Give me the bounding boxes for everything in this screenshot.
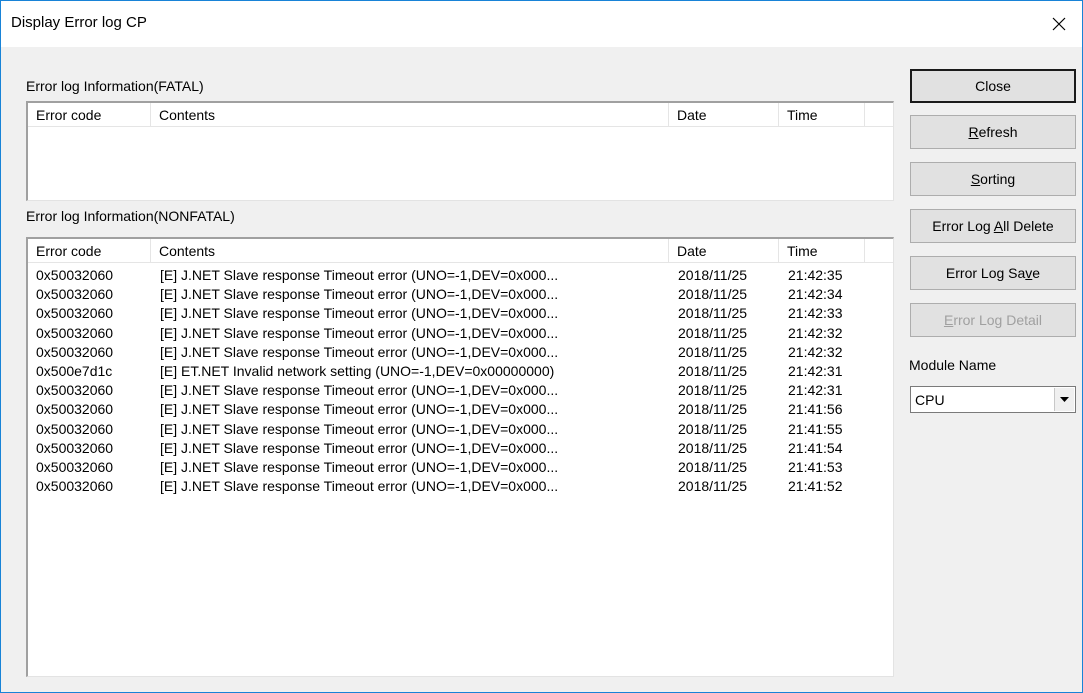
- close-button-label: Close: [975, 78, 1011, 94]
- contents-cell: [E] ET.NET Invalid network setting (UNO=…: [160, 362, 555, 379]
- contents-cell: [E] J.NET Slave response Timeout error (…: [160, 343, 559, 360]
- window-title: Display Error log CP: [11, 14, 147, 31]
- date-cell: 2018/11/25: [678, 362, 748, 379]
- nonfatal-row[interactable]: 0x50032060 [E] J.NET Slave response Timeo…: [28, 285, 893, 304]
- fatal-group-label: Error log Information(FATAL): [26, 78, 204, 94]
- contents-cell: [E] J.NET Slave response Timeout error (…: [160, 458, 559, 475]
- fatal-col-time[interactable]: Time: [779, 103, 865, 127]
- nonfatal-row[interactable]: 0x50032060 [E] J.NET Slave response Timeo…: [28, 439, 893, 458]
- error-code-cell: 0x500e7d1c: [36, 362, 113, 379]
- window-close-button[interactable]: [1036, 1, 1082, 47]
- time-cell: 21:42:31: [788, 362, 843, 379]
- contents-cell: [E] J.NET Slave response Timeout error (…: [160, 382, 559, 399]
- time-cell: 21:42:35: [788, 267, 843, 283]
- nonfatal-row[interactable]: 0x50032060 [E] J.NET Slave response Timeo…: [28, 400, 893, 419]
- contents-cell: [E] J.NET Slave response Timeout error (…: [160, 267, 559, 283]
- dialog-window: Display Error log CP Error log Informati…: [0, 0, 1083, 693]
- date-cell: 2018/11/25: [678, 420, 748, 437]
- fatal-list-header: Error code Contents Date Time: [28, 103, 893, 127]
- module-name-value: CPU: [915, 392, 945, 408]
- error-log-save-button-label: Error Log Save: [945, 265, 1041, 281]
- time-cell: 21:42:32: [788, 324, 843, 341]
- nonfatal-col-filler: [865, 239, 893, 263]
- sorting-button[interactable]: Sorting: [910, 162, 1076, 196]
- fatal-col-error-code[interactable]: Error code: [28, 103, 151, 127]
- contents-cell: [E] J.NET Slave response Timeout error (…: [160, 286, 559, 303]
- error-code-cell: 0x50032060: [36, 458, 114, 475]
- error-log-save-button[interactable]: Error Log Save: [910, 256, 1076, 290]
- module-name-select[interactable]: CPU: [910, 386, 1076, 413]
- chevron-down-icon: [1060, 396, 1069, 402]
- fatal-col-date[interactable]: Date: [669, 103, 779, 127]
- error-code-cell: 0x50032060: [36, 343, 114, 360]
- error-code-cell: 0x50032060: [36, 420, 114, 437]
- close-icon: [1052, 17, 1066, 31]
- contents-cell: [E] J.NET Slave response Timeout error (…: [160, 478, 559, 495]
- date-cell: 2018/11/25: [678, 458, 748, 475]
- module-name-label: Module Name: [909, 357, 997, 373]
- error-code-cell: 0x50032060: [36, 478, 114, 495]
- nonfatal-col-time[interactable]: Time: [779, 239, 865, 263]
- contents-cell: [E] J.NET Slave response Timeout error (…: [160, 439, 559, 456]
- date-cell: 2018/11/25: [678, 286, 748, 303]
- date-cell: 2018/11/25: [678, 305, 748, 322]
- error-code-cell: 0x50032060: [36, 305, 114, 322]
- contents-cell: [E] J.NET Slave response Timeout error (…: [160, 305, 559, 322]
- time-cell: 21:42:33: [788, 305, 843, 322]
- time-cell: 21:41:55: [788, 420, 843, 437]
- error-code-cell: 0x50032060: [36, 267, 114, 283]
- nonfatal-rows: 0x50032060 [E] J.NET Slave response Timeo…: [28, 266, 893, 496]
- nonfatal-row[interactable]: 0x50032060 [E] J.NET Slave response Timeo…: [28, 381, 893, 400]
- nonfatal-col-date[interactable]: Date: [669, 239, 779, 263]
- date-cell: 2018/11/25: [678, 343, 748, 360]
- date-cell: 2018/11/25: [678, 382, 748, 399]
- date-cell: 2018/11/25: [678, 478, 748, 495]
- error-code-cell: 0x50032060: [36, 324, 114, 341]
- time-cell: 21:41:56: [788, 401, 843, 418]
- title-bar: Display Error log CP: [1, 1, 1082, 47]
- time-cell: 21:42:34: [788, 286, 843, 303]
- nonfatal-row[interactable]: 0x50032060 [E] J.NET Slave response Timeo…: [28, 266, 893, 285]
- error-code-cell: 0x50032060: [36, 401, 114, 418]
- nonfatal-row[interactable]: 0x50032060 [E] J.NET Slave response Timeo…: [28, 324, 893, 343]
- nonfatal-group-label: Error log Information(NONFATAL): [26, 208, 235, 224]
- time-cell: 21:41:53: [788, 458, 843, 475]
- error-log-detail-button-label: Error Log Detail: [943, 312, 1043, 328]
- fatal-list[interactable]: Error code Contents Date Time: [26, 101, 894, 201]
- error-code-cell: 0x50032060: [36, 286, 114, 303]
- date-cell: 2018/11/25: [678, 267, 748, 283]
- refresh-button-label: Refresh: [968, 124, 1018, 140]
- error-log-all-delete-button[interactable]: Error Log All Delete: [910, 209, 1076, 243]
- nonfatal-row[interactable]: 0x50032060 [E] J.NET Slave response Timeo…: [28, 458, 893, 477]
- nonfatal-list[interactable]: Error code Contents Date Time 0x50032060…: [26, 237, 894, 677]
- error-code-cell: 0x50032060: [36, 382, 114, 399]
- nonfatal-col-contents[interactable]: Contents: [151, 239, 669, 263]
- nonfatal-col-error-code[interactable]: Error code: [28, 239, 151, 263]
- refresh-button[interactable]: Refresh: [910, 115, 1076, 149]
- close-button[interactable]: Close: [910, 69, 1076, 103]
- time-cell: 21:41:54: [788, 439, 843, 456]
- date-cell: 2018/11/25: [678, 401, 748, 418]
- fatal-col-filler: [865, 103, 893, 127]
- contents-cell: [E] J.NET Slave response Timeout error (…: [160, 420, 559, 437]
- nonfatal-row[interactable]: 0x50032060 [E] J.NET Slave response Timeo…: [28, 420, 893, 439]
- time-cell: 21:42:32: [788, 343, 843, 360]
- sorting-button-label: Sorting: [970, 171, 1016, 187]
- time-cell: 21:42:31: [788, 382, 843, 399]
- nonfatal-row[interactable]: 0x50032060 [E] J.NET Slave response Timeo…: [28, 343, 893, 362]
- error-log-detail-button[interactable]: Error Log Detail: [910, 303, 1076, 337]
- contents-cell: [E] J.NET Slave response Timeout error (…: [160, 401, 559, 418]
- nonfatal-row[interactable]: 0x500e7d1c [E] ET.NET Invalid network set…: [28, 362, 893, 381]
- time-cell: 21:41:52: [788, 478, 843, 495]
- nonfatal-row[interactable]: 0x50032060 [E] J.NET Slave response Timeo…: [28, 477, 893, 496]
- nonfatal-row[interactable]: 0x50032060 [E] J.NET Slave response Timeo…: [28, 304, 893, 323]
- error-log-all-delete-button-label: Error Log All Delete: [932, 218, 1054, 234]
- contents-cell: [E] J.NET Slave response Timeout error (…: [160, 324, 559, 341]
- module-name-dropdown-button[interactable]: [1054, 388, 1074, 411]
- date-cell: 2018/11/25: [678, 324, 748, 341]
- date-cell: 2018/11/25: [678, 439, 748, 456]
- nonfatal-list-header: Error code Contents Date Time: [28, 239, 893, 263]
- error-code-cell: 0x50032060: [36, 439, 114, 456]
- fatal-col-contents[interactable]: Contents: [151, 103, 669, 127]
